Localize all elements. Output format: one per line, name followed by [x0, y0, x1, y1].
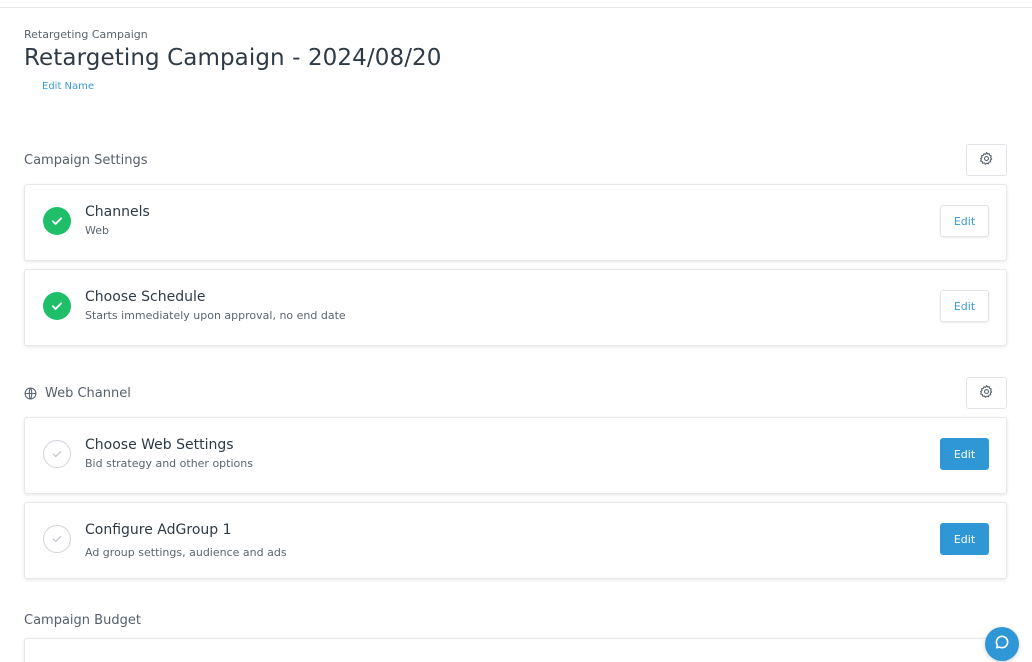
card-choose-schedule: Choose Schedule Starts immediately upon … [24, 269, 1007, 346]
card-configure-adgroup-1: Configure AdGroup 1 Ad group settings, a… [24, 502, 1007, 579]
section-label: Campaign Budget [24, 613, 141, 628]
edit-web-settings-button[interactable]: Edit [940, 438, 989, 470]
edit-schedule-button[interactable]: Edit [940, 290, 989, 322]
chat-button[interactable] [985, 627, 1019, 661]
edit-adgroup-button[interactable]: Edit [940, 523, 989, 555]
card-choose-web-settings: Choose Web Settings Bid strategy and oth… [24, 417, 1007, 494]
section-header-campaign-budget: Campaign Budget [24, 613, 141, 628]
pending-check-icon [43, 440, 71, 468]
section-label: Campaign Settings [24, 153, 148, 168]
card-subtitle: Starts immediately upon approval, no end… [85, 309, 346, 322]
section-label: Web Channel [45, 386, 131, 401]
edit-channels-button[interactable]: Edit [940, 205, 989, 237]
section-header-campaign-settings: Campaign Settings [24, 153, 147, 168]
gear-icon [979, 384, 994, 403]
pending-check-icon [43, 525, 71, 553]
completed-check-icon [43, 207, 71, 235]
completed-check-icon [43, 292, 71, 320]
edit-name-link[interactable]: Edit Name [42, 81, 94, 92]
globe-icon [24, 387, 37, 400]
gear-icon [979, 151, 994, 170]
section-header-web-channel: Web Channel [24, 386, 131, 401]
web-channel-gear-button[interactable] [966, 377, 1007, 409]
card-campaign-budget [24, 638, 1007, 662]
card-channels: Channels Web Edit [24, 184, 1007, 261]
card-title: Configure AdGroup 1 [85, 522, 232, 538]
breadcrumb: Retargeting Campaign [24, 28, 148, 41]
campaign-settings-gear-button[interactable] [966, 144, 1007, 176]
card-title: Channels [85, 204, 150, 220]
chat-bubble-icon [994, 634, 1010, 654]
card-title: Choose Schedule [85, 289, 206, 305]
page-title: Retargeting Campaign - 2024/08/20 [24, 45, 442, 71]
top-border [0, 0, 1032, 8]
card-subtitle: Ad group settings, audience and ads [85, 546, 287, 559]
card-subtitle: Bid strategy and other options [85, 457, 253, 470]
card-title: Choose Web Settings [85, 437, 234, 453]
card-subtitle: Web [85, 224, 109, 237]
